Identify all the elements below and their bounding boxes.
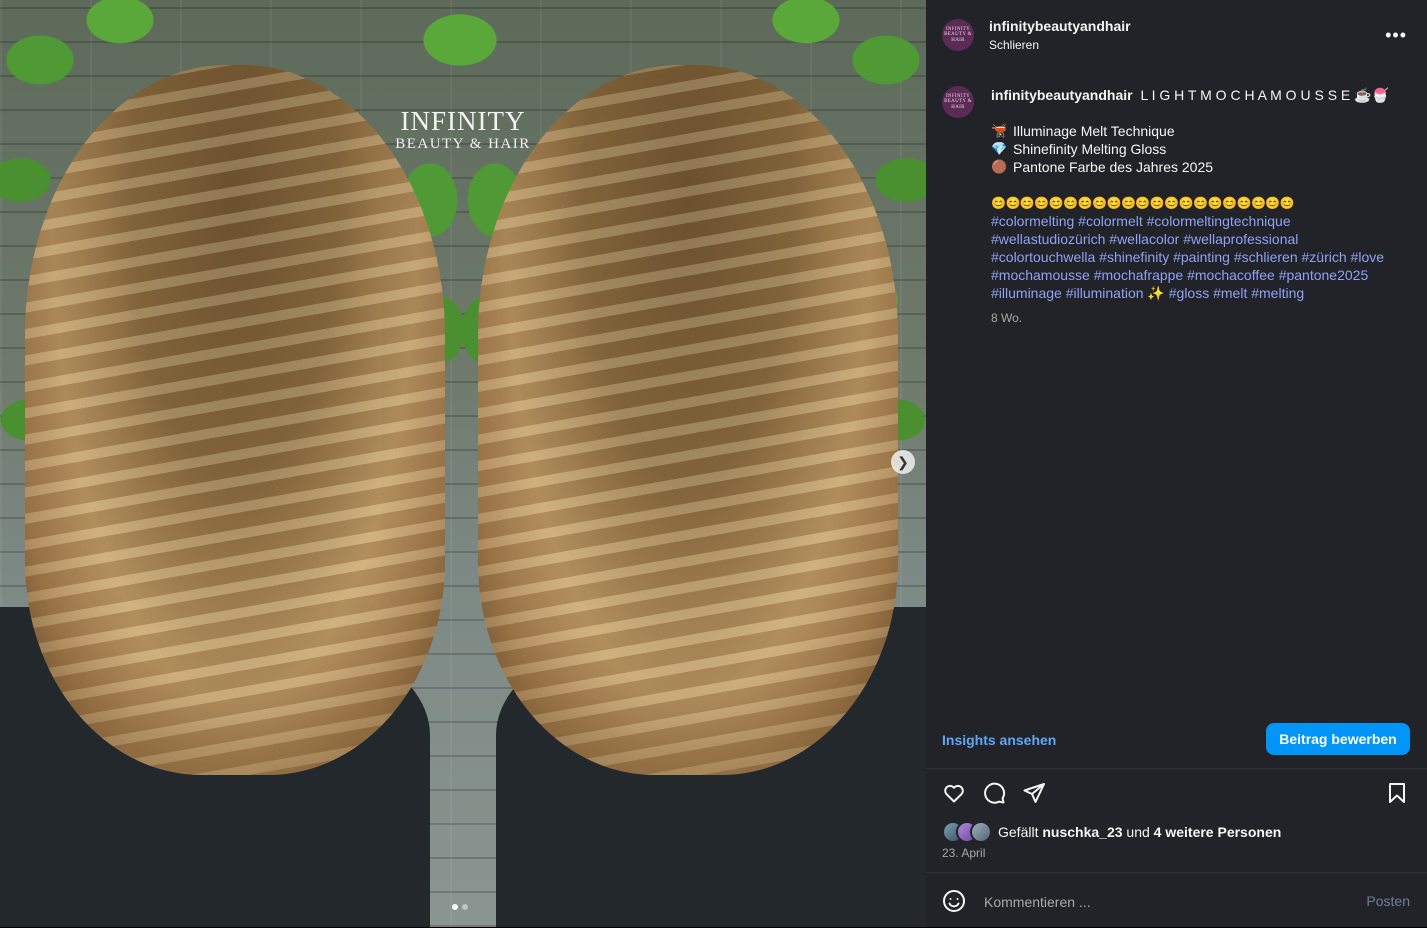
- watermark-line1: INFINITY: [400, 106, 526, 136]
- hashtag-line[interactable]: #colormelting #colormelt #colormeltingte…: [991, 213, 1291, 229]
- liker-avatar: [970, 821, 992, 843]
- hashtag-line[interactable]: #colortouchwella #shinefinity #painting …: [991, 249, 1384, 265]
- likes-prefix: Gefällt: [998, 824, 1039, 840]
- post-dialog: INFINITY BEAUTY & HAIR ❯ INFINITY BEAUTY…: [0, 0, 1427, 927]
- hashtag-line[interactable]: #illuminage #illumination ✨ #gloss #melt…: [991, 285, 1304, 301]
- caption: INFINITY BEAUTY & HAIR infinitybeautyand…: [942, 86, 1407, 327]
- more-options-icon[interactable]: •••: [1385, 25, 1407, 46]
- location-link[interactable]: Schlieren: [989, 38, 1131, 52]
- send-icon[interactable]: [1022, 781, 1048, 807]
- emoji-row: 😊😊😊😊😊😊😊😊😊😊😊😊😊😊😊😊😊😊😊😊😊: [991, 196, 1295, 210]
- hair-right: [478, 65, 898, 775]
- caption-timestamp[interactable]: 8 Wo.: [991, 309, 1389, 327]
- caption-bullet: 🫕 Illuminage Melt Technique: [991, 122, 1389, 140]
- comment-icon[interactable]: [982, 781, 1008, 807]
- caption-title-emojis: ☕🍧: [1354, 87, 1390, 103]
- promote-post-button[interactable]: Beitrag bewerben: [1266, 723, 1410, 755]
- carousel-dot-1: [452, 904, 458, 910]
- next-slide-button[interactable]: ❯: [891, 450, 915, 474]
- carousel-dots: [452, 904, 468, 910]
- insights-link[interactable]: Insights ansehen: [942, 732, 1056, 748]
- likes-summary[interactable]: Gefällt nuschka_23 und 4 weitere Persone…: [942, 821, 1281, 843]
- caption-bullet: 💎 Shinefinity Melting Gloss: [991, 140, 1389, 158]
- chevron-right-icon: ❯: [897, 453, 909, 470]
- avatar[interactable]: INFINITY BEAUTY & HAIR: [942, 19, 974, 51]
- brown-circle-icon: 🟤: [991, 159, 1008, 174]
- gem-icon: 💎: [991, 141, 1008, 156]
- bullet-text: Shinefinity Melting Gloss: [1013, 141, 1167, 157]
- caption-bullet: 🟤 Pantone Farbe des Jahres 2025: [991, 158, 1389, 176]
- post-comment-button[interactable]: Posten: [1366, 893, 1410, 909]
- fondue-icon: 🫕: [991, 123, 1008, 138]
- hashtag-line[interactable]: #wellastudiozürich #wellacolor #wellapro…: [991, 231, 1298, 247]
- action-bar: [942, 781, 1411, 809]
- likes-others[interactable]: 4 weitere Personen: [1154, 824, 1282, 840]
- hashtags: #colormelting #colormelt #colormeltingte…: [991, 212, 1389, 302]
- likes-middle: und: [1126, 824, 1150, 840]
- caption-avatar[interactable]: INFINITY BEAUTY & HAIR: [942, 86, 974, 118]
- post-date: 23. April: [942, 846, 986, 860]
- comment-bar: Posten: [926, 872, 1427, 928]
- smiley-icon[interactable]: [942, 889, 966, 913]
- comment-input[interactable]: [982, 890, 1346, 914]
- hashtag-line[interactable]: #mochamousse #mochafrappe #mochacoffee #…: [991, 267, 1368, 283]
- caption-title: L I G H T M O C H A M O U S S E: [1140, 87, 1351, 103]
- header-username[interactable]: infinitybeautyandhair: [989, 18, 1131, 34]
- caption-avatar-text: INFINITY BEAUTY & HAIR: [944, 93, 972, 110]
- watermark-logo: INFINITY BEAUTY & HAIR: [0, 108, 926, 152]
- caption-username[interactable]: infinitybeautyandhair: [991, 87, 1133, 103]
- bookmark-icon[interactable]: [1385, 781, 1411, 807]
- insights-bar: Insights ansehen Beitrag bewerben: [926, 712, 1427, 769]
- hair-left: [25, 65, 445, 775]
- bullet-text: Illuminage Melt Technique: [1013, 123, 1175, 139]
- heart-icon[interactable]: [942, 781, 968, 807]
- post-panel: INFINITY BEAUTY & HAIR infinitybeautyand…: [926, 0, 1427, 927]
- watermark-line2: BEAUTY & HAIR: [395, 136, 531, 152]
- post-media[interactable]: INFINITY BEAUTY & HAIR ❯: [0, 0, 926, 927]
- likes-user[interactable]: nuschka_23: [1042, 824, 1122, 840]
- post-header: INFINITY BEAUTY & HAIR infinitybeautyand…: [942, 17, 1411, 53]
- carousel-dot-2: [462, 904, 468, 910]
- avatar-text: INFINITY BEAUTY & HAIR: [944, 26, 972, 43]
- bullet-text: Pantone Farbe des Jahres 2025: [1013, 159, 1214, 175]
